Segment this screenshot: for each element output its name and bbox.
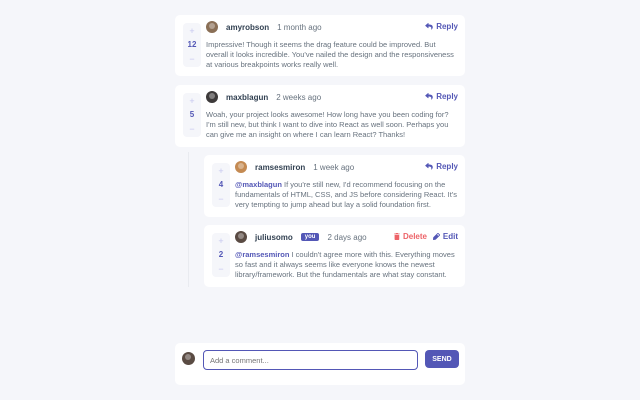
comment-text: Impressive! Though it seems the drag fea… xyxy=(206,40,454,69)
username: maxblagun xyxy=(226,92,269,102)
reply-label: Reply xyxy=(436,22,458,31)
comment-input[interactable] xyxy=(203,350,418,370)
vote-widget: + 2 − xyxy=(212,233,230,277)
username: juliusomo xyxy=(255,232,293,242)
avatar xyxy=(206,91,218,103)
reply-card: + 4 − ramsesmiron 1 week ago Reply @maxb… xyxy=(204,155,465,217)
comment-text: @ramsesmiron I couldn't agree more with … xyxy=(235,250,459,280)
compose-card: SEND xyxy=(175,343,465,385)
score-value: 2 xyxy=(218,250,224,259)
reply-icon xyxy=(425,23,433,30)
mention[interactable]: @ramsesmiron xyxy=(235,250,289,259)
upvote-button[interactable]: + xyxy=(189,26,194,36)
timestamp: 1 month ago xyxy=(277,22,322,32)
thread-line xyxy=(188,152,189,287)
score-value: 5 xyxy=(189,110,195,119)
comment-header: maxblagun 2 weeks ago xyxy=(206,90,321,104)
comment-header: ramsesmiron 1 week ago xyxy=(235,160,354,174)
comment-card: + 5 − maxblagun 2 weeks ago Reply Woah, … xyxy=(175,85,465,147)
downvote-button[interactable]: − xyxy=(218,194,223,204)
upvote-button[interactable]: + xyxy=(218,166,223,176)
upvote-button[interactable]: + xyxy=(189,96,194,106)
vote-widget: + 12 − xyxy=(183,23,201,67)
send-button[interactable]: SEND xyxy=(425,350,459,368)
timestamp: 1 week ago xyxy=(313,162,355,172)
upvote-button[interactable]: + xyxy=(218,236,223,246)
comment-text: Woah, your project looks awesome! How lo… xyxy=(206,110,449,139)
edit-label: Edit xyxy=(442,232,458,241)
comment-header: juliusomo you 2 days ago xyxy=(235,230,367,244)
avatar xyxy=(182,352,195,365)
downvote-button[interactable]: − xyxy=(189,54,194,64)
avatar xyxy=(206,21,218,33)
reply-card: + 2 − juliusomo you 2 days ago Delete Ed… xyxy=(204,225,465,287)
edit-button[interactable]: Edit xyxy=(432,232,458,241)
reply-button[interactable]: Reply xyxy=(425,22,458,31)
reply-button[interactable]: Reply xyxy=(425,92,458,101)
downvote-button[interactable]: − xyxy=(189,124,194,134)
delete-button[interactable]: Delete xyxy=(393,232,427,241)
username: amyrobson xyxy=(226,22,270,32)
avatar xyxy=(235,161,247,173)
reply-icon xyxy=(425,93,433,100)
avatar xyxy=(235,231,247,243)
timestamp: 2 weeks ago xyxy=(276,92,322,102)
score-value: 4 xyxy=(218,180,224,189)
vote-widget: + 4 − xyxy=(212,163,230,207)
pencil-icon xyxy=(432,233,440,240)
reply-button[interactable]: Reply xyxy=(425,162,458,171)
delete-label: Delete xyxy=(402,232,427,241)
timestamp: 2 days ago xyxy=(327,232,367,242)
vote-widget: + 5 − xyxy=(183,93,201,137)
username: ramsesmiron xyxy=(255,162,306,172)
comment-card: + 12 − amyrobson 1 month ago Reply Impre… xyxy=(175,15,465,76)
reply-label: Reply xyxy=(436,162,458,171)
comment-header: amyrobson 1 month ago xyxy=(206,20,322,34)
comment-text: @maxblagun If you're still new, I'd reco… xyxy=(235,180,459,210)
reply-icon xyxy=(425,163,433,170)
downvote-button[interactable]: − xyxy=(218,264,223,274)
trash-icon xyxy=(393,233,400,240)
score-value: 12 xyxy=(187,40,197,49)
reply-label: Reply xyxy=(436,92,458,101)
mention[interactable]: @maxblagun xyxy=(235,180,282,189)
you-badge: you xyxy=(300,233,320,241)
